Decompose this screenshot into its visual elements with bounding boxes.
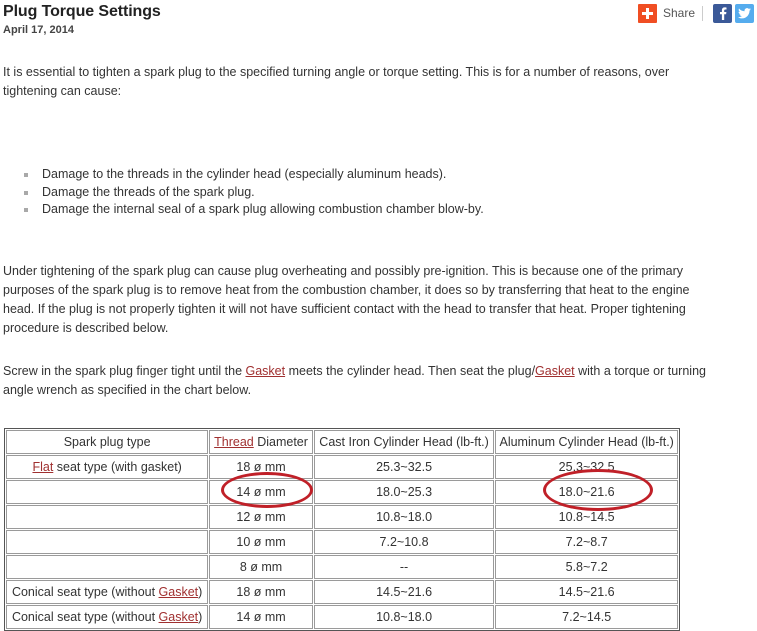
cell-aluminum: 10.8~14.5 [495,505,678,529]
table-row: Conical seat type (without Gasket) 14 ø … [6,605,678,629]
header-cast-iron: Cast Iron Cylinder Head (lb-ft.) [313,430,495,454]
table-row: 14 ø mm 18.0~25.3 18.0~21.6 [6,480,678,504]
cell-cast-iron: 7.2~10.8 [313,530,495,554]
table-row: 10 ø mm 7.2~10.8 7.2~8.7 [6,530,678,554]
cell-aluminum: 5.8~7.2 [495,555,678,579]
flat-link[interactable]: Flat [32,460,53,474]
share-label[interactable]: Share [663,4,695,23]
cell-diameter: 10 ø mm [209,530,313,554]
page-title: Plug Torque Settings [3,3,161,20]
type-prefix: Conical seat type (without [11,610,159,624]
twitter-icon[interactable] [735,3,754,23]
header-diameter-rest: Diameter [253,435,308,449]
cell-aluminum: 7.2~14.5 [495,605,678,629]
plus-icon[interactable] [637,3,657,23]
screw-in-paragraph: Screw in the spark plug finger tight unt… [3,362,719,400]
cell-cast-iron: 14.5~21.6 [313,580,495,604]
page-header: Plug Torque Settings April 17, 2014 Shar… [0,0,757,40]
cell-aluminum: 18.0~21.6 [495,480,678,504]
torque-settings-table: Spark plug type Thread Diameter Cast Iro… [4,428,680,631]
type-suffix: ) [198,610,203,624]
cell-spark-plug-type: Flat seat type (with gasket) [6,455,209,479]
cell-cast-iron: 25.3~32.5 [313,455,495,479]
cell-diameter: 12 ø mm [209,505,313,529]
share-widget[interactable]: Share [637,3,754,23]
gasket-link[interactable]: Gasket [159,610,199,624]
list-item: Damage the threads of the spark plug. [22,184,484,202]
cell-diameter: 18 ø mm [209,580,313,604]
cell-diameter: 14 ø mm [209,480,313,504]
gasket-link-1[interactable]: Gasket [246,364,286,378]
cell-cast-iron: 18.0~25.3 [313,480,495,504]
cell-aluminum: 7.2~8.7 [495,530,678,554]
cell-aluminum: 14.5~21.6 [495,580,678,604]
torque-table-container: Spark plug type Thread Diameter Cast Iro… [4,428,680,631]
cell-spark-plug-type [6,480,209,504]
table-header-row: Spark plug type Thread Diameter Cast Iro… [6,430,678,454]
type-suffix: seat type (with gasket) [53,460,182,474]
damage-bullet-list: Damage to the threads in the cylinder he… [22,166,484,219]
intro-paragraph: It is essential to tighten a spark plug … [3,64,670,98]
cell-diameter: 18 ø mm [209,455,313,479]
cell-spark-plug-type [6,505,209,529]
cell-spark-plug-type: Conical seat type (without Gasket) [6,605,209,629]
cell-cast-iron: 10.8~18.0 [313,605,495,629]
facebook-icon[interactable] [713,3,732,23]
cell-diameter: 14 ø mm [209,605,313,629]
table-row: Conical seat type (without Gasket) 18 ø … [6,580,678,604]
cell-diameter: 8 ø mm [209,555,313,579]
cell-aluminum: 25.3~32.5 [495,455,678,479]
gasket-link-2[interactable]: Gasket [535,364,575,378]
table-row: 8 ø mm -- 5.8~7.2 [6,555,678,579]
header-spark-plug-type: Spark plug type [6,430,209,454]
table-row: Flat seat type (with gasket) 18 ø mm 25.… [6,455,678,479]
screw-text-part1: Screw in the spark plug finger tight unt… [3,363,246,378]
cell-spark-plug-type: Conical seat type (without Gasket) [6,580,209,604]
type-suffix: ) [198,585,203,599]
screw-text-part2: meets the cylinder head. Then seat the p… [285,363,536,378]
header-aluminum: Aluminum Cylinder Head (lb-ft.) [495,430,678,454]
gasket-link[interactable]: Gasket [159,585,199,599]
share-divider [702,5,703,21]
list-item: Damage to the threads in the cylinder he… [22,166,484,184]
under-tightening-paragraph: Under tightening of the spark plug can c… [3,263,690,335]
list-item: Damage the internal seal of a spark plug… [22,201,484,219]
cell-spark-plug-type [6,555,209,579]
type-prefix: Conical seat type (without [11,585,159,599]
cell-cast-iron: 10.8~18.0 [313,505,495,529]
cell-cast-iron: -- [313,555,495,579]
thread-link[interactable]: Thread [214,435,254,449]
header-thread-diameter: Thread Diameter [209,430,313,454]
page-date: April 17, 2014 [3,24,74,36]
cell-spark-plug-type [6,530,209,554]
table-row: 12 ø mm 10.8~18.0 10.8~14.5 [6,505,678,529]
